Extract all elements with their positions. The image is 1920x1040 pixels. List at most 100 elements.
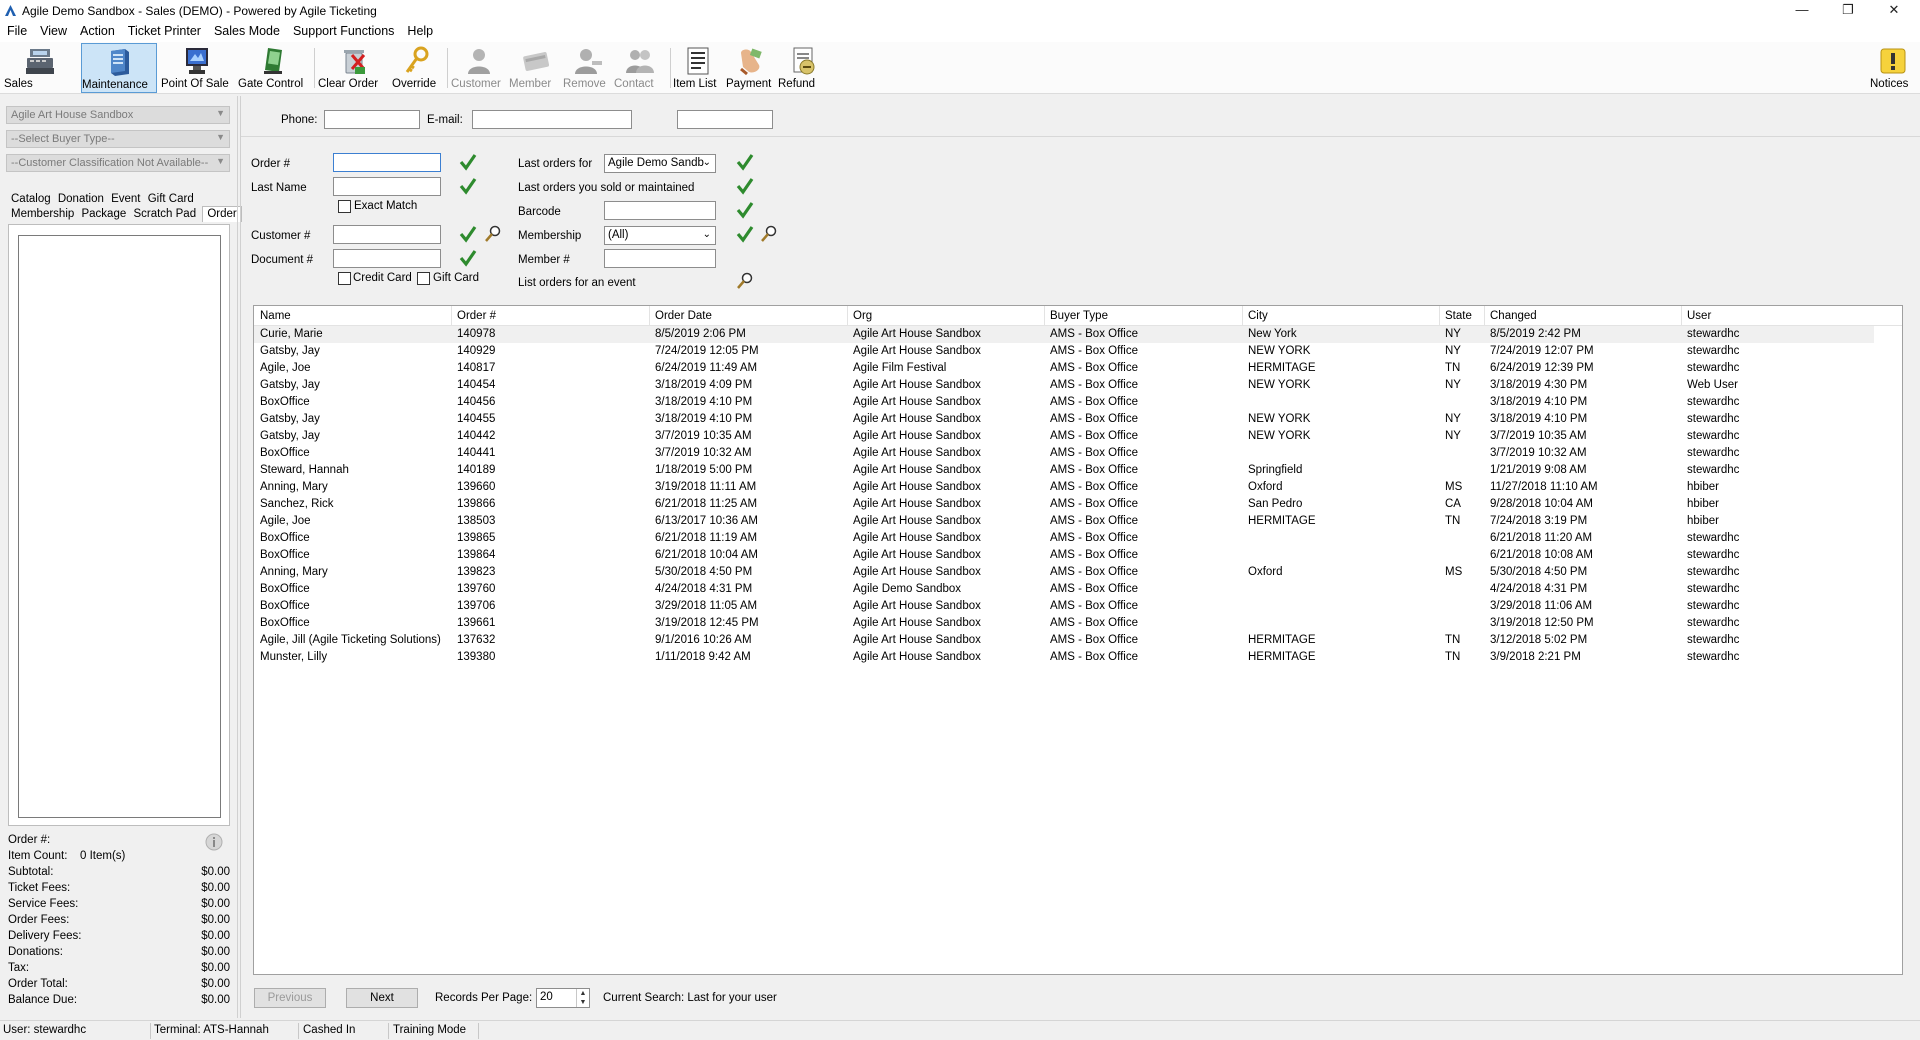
table-row[interactable]: Munster, Lilly 139380 1/11/2018 9:42 AM Agi… [254, 649, 1874, 666]
table-row[interactable]: Agile, Joe 140817 6/24/2019 11:49 AM Agile … [254, 360, 1874, 377]
menu-view[interactable]: View [33, 22, 73, 38]
item-list-button[interactable]: Item List [673, 43, 723, 93]
membership-select[interactable]: (All) ⌄ [604, 226, 716, 245]
column-divider[interactable] [1439, 306, 1440, 326]
next-page-button[interactable]: Next [346, 988, 418, 1008]
stepper-arrows-icon[interactable]: ▲ ▼ [576, 989, 589, 1007]
restore-button[interactable]: ❐ [1825, 0, 1871, 22]
last-name-search-check-icon[interactable] [459, 177, 477, 195]
order-number-input[interactable] [333, 153, 441, 172]
table-row[interactable]: Agile, Joe 138503 6/13/2017 10:36 AM Agile … [254, 513, 1874, 530]
column-divider[interactable] [1484, 306, 1485, 326]
credit-card-checkbox[interactable] [338, 272, 351, 285]
column-header-state[interactable]: State [1445, 310, 1472, 322]
table-row[interactable]: Anning, Mary 139660 3/19/2018 11:11 AM Agil… [254, 479, 1874, 496]
column-header-org[interactable]: Org [853, 310, 872, 322]
tab-scratch-pad[interactable]: Scratch Pad [132, 208, 199, 220]
tab-order[interactable]: Order [202, 206, 242, 222]
document-number-input[interactable] [333, 249, 441, 268]
document-search-check-icon[interactable] [459, 249, 477, 267]
column-header-buyer-type[interactable]: Buyer Type [1050, 310, 1108, 322]
column-header-changed[interactable]: Changed [1490, 310, 1537, 322]
column-header-order-date[interactable]: Order Date [655, 310, 712, 322]
column-divider[interactable] [1681, 306, 1682, 326]
table-row[interactable]: Steward, Hannah 140189 1/18/2019 5:00 PM Ag… [254, 462, 1874, 479]
sales-button[interactable]: Sales [4, 43, 76, 93]
membership-check-icon[interactable] [736, 225, 754, 243]
table-row[interactable]: Gatsby, Jay 140455 3/18/2019 4:10 PM Agile … [254, 411, 1874, 428]
table-row[interactable]: BoxOffice 140456 3/18/2019 4:10 PM Agile Ar… [254, 394, 1874, 411]
menu-sales-mode[interactable]: Sales Mode [207, 22, 286, 38]
menu-file[interactable]: File [0, 22, 33, 38]
order-items-list[interactable] [18, 235, 221, 818]
column-divider[interactable] [649, 306, 650, 326]
table-row[interactable]: BoxOffice 139706 3/29/2018 11:05 AM Agile A… [254, 598, 1874, 615]
clear-order-button[interactable]: Clear Order [318, 43, 390, 93]
table-row[interactable]: Anning, Mary 139823 5/30/2018 4:50 PM Agile… [254, 564, 1874, 581]
column-header-order-number[interactable]: Order # [457, 310, 496, 322]
table-row[interactable]: Gatsby, Jay 140929 7/24/2019 12:05 PM Agile… [254, 343, 1874, 360]
sold-or-maintained-check-icon[interactable] [736, 177, 754, 195]
tab-event[interactable]: Event [110, 193, 143, 205]
table-row[interactable]: Curie, Marie 140978 8/5/2019 2:06 PM Agile … [254, 326, 1874, 343]
table-row[interactable]: BoxOffice 139661 3/19/2018 12:45 PM Agile A… [254, 615, 1874, 632]
menu-support-functions[interactable]: Support Functions [286, 22, 400, 38]
column-header-city[interactable]: City [1248, 310, 1268, 322]
refund-button[interactable]: Refund [778, 43, 828, 93]
customer-button[interactable]: Customer [451, 43, 507, 93]
menu-action[interactable]: Action [73, 22, 121, 38]
payment-button[interactable]: Payment [726, 43, 776, 93]
tab-gift-card[interactable]: Gift Card [147, 193, 197, 205]
maintenance-button[interactable]: Maintenance [81, 43, 157, 93]
point-of-sale-button[interactable]: Point Of Sale [161, 43, 233, 93]
table-row[interactable]: Gatsby, Jay 140454 3/18/2019 4:09 PM Agile … [254, 377, 1874, 394]
tab-membership[interactable]: Membership [10, 208, 77, 220]
barcode-check-icon[interactable] [736, 201, 754, 219]
customer-lookup-search-icon[interactable] [484, 225, 502, 243]
extra-search-input[interactable] [677, 110, 773, 129]
tab-donation[interactable]: Donation [57, 193, 107, 205]
buyer-type-select[interactable]: --Select Buyer Type-- ▼ [6, 130, 230, 148]
tab-package[interactable]: Package [80, 208, 129, 220]
column-divider[interactable] [847, 306, 848, 326]
exact-match-checkbox[interactable] [338, 200, 351, 213]
member-button[interactable]: Member [509, 43, 563, 93]
table-row[interactable]: Agile, Jill (Agile Ticketing Solutions) 1… [254, 632, 1874, 649]
previous-page-button[interactable]: Previous [254, 988, 326, 1008]
last-orders-for-select[interactable]: Agile Demo Sandb ⌄ [604, 154, 716, 173]
minimize-button[interactable]: — [1779, 0, 1825, 22]
table-row[interactable]: Gatsby, Jay 140442 3/7/2019 10:35 AM Agile … [254, 428, 1874, 445]
column-header-user[interactable]: User [1687, 310, 1711, 322]
column-divider[interactable] [1044, 306, 1045, 326]
column-divider[interactable] [1242, 306, 1243, 326]
customer-number-input[interactable] [333, 225, 441, 244]
override-button[interactable]: Override [392, 43, 440, 93]
info-icon[interactable] [205, 833, 223, 851]
table-row[interactable]: Sanchez, Rick 139866 6/21/2018 11:25 AM Agi… [254, 496, 1874, 513]
member-number-input[interactable] [604, 249, 716, 268]
close-button[interactable]: ✕ [1871, 0, 1917, 22]
order-search-check-icon[interactable] [459, 153, 477, 171]
customer-search-check-icon[interactable] [459, 225, 477, 243]
column-divider[interactable] [451, 306, 452, 326]
table-row[interactable]: BoxOffice 140441 3/7/2019 10:32 AM Agile Ar… [254, 445, 1874, 462]
contact-button[interactable]: Contact [614, 43, 666, 93]
barcode-input[interactable] [604, 201, 716, 220]
panel-splitter[interactable] [237, 96, 238, 1018]
menu-ticket-printer[interactable]: Ticket Printer [121, 22, 207, 38]
table-row[interactable]: BoxOffice 139864 6/21/2018 10:04 AM Agile A… [254, 547, 1874, 564]
remove-button[interactable]: Remove [563, 43, 613, 93]
membership-lookup-search-icon[interactable] [760, 225, 778, 243]
last-name-input[interactable] [333, 177, 441, 196]
organization-select[interactable]: Agile Art House Sandbox ▼ [6, 106, 230, 124]
tab-catalog[interactable]: Catalog [10, 193, 54, 205]
column-header-name[interactable]: Name [260, 310, 291, 322]
event-lookup-search-icon[interactable] [736, 272, 754, 290]
gift-card-checkbox[interactable] [417, 272, 430, 285]
menu-help[interactable]: Help [400, 22, 439, 38]
notices-button[interactable]: Notices [1870, 43, 1916, 93]
records-per-page-stepper[interactable]: 20 ▲ ▼ [536, 988, 590, 1008]
table-row[interactable]: BoxOffice 139760 4/24/2018 4:31 PM Agile De… [254, 581, 1874, 598]
customer-classification-select[interactable]: --Customer Classification Not Available-… [6, 154, 230, 172]
email-input[interactable] [472, 110, 632, 129]
